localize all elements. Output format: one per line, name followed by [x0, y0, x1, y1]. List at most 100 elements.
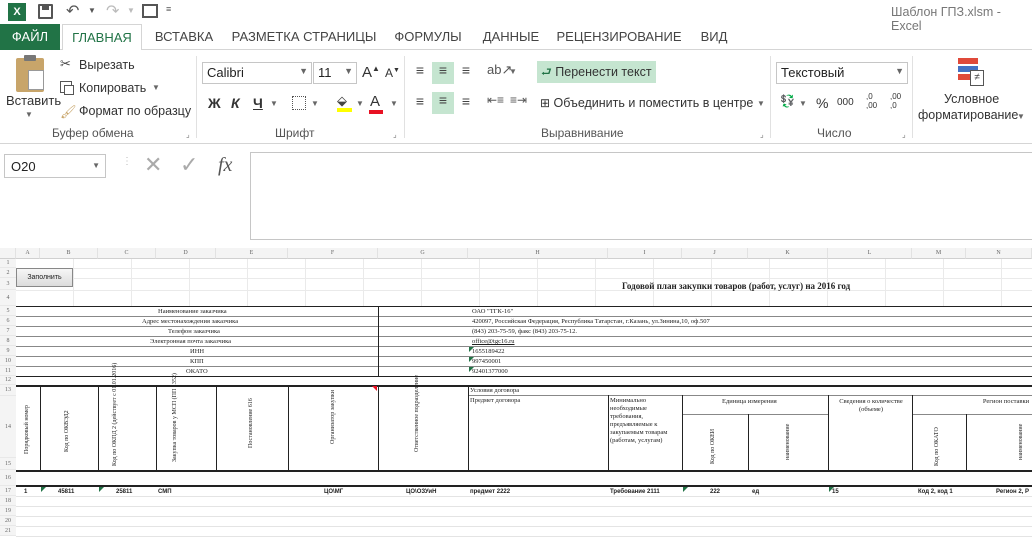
format-painter-button[interactable]: Формат по образцу [79, 104, 191, 118]
merge-center-button[interactable]: ⊞ Объединить и поместить в центре [540, 96, 753, 110]
italic-button[interactable]: К [231, 95, 240, 111]
font-color-icon[interactable]: A [369, 93, 383, 114]
align-center-icon[interactable]: ≡ [432, 92, 454, 114]
font-size-combo[interactable]: 11 ▼ [313, 62, 357, 84]
font-color-dropdown-icon[interactable]: ▼ [390, 99, 398, 108]
row-header-19[interactable]: 19 [0, 506, 16, 516]
column-header-l[interactable]: L [828, 248, 912, 259]
column-header-k[interactable]: K [748, 248, 828, 259]
increase-indent-icon[interactable]: ≡⇥ [510, 93, 527, 107]
format-painter-icon[interactable]: 🖌 [60, 104, 77, 120]
tab-view[interactable]: ВИД [692, 24, 736, 50]
increase-decimal-button[interactable]: ,0 ,00 [866, 92, 877, 110]
orientation-dropdown-icon[interactable]: ▼ [509, 67, 517, 76]
row-header-15[interactable]: 15 [0, 458, 16, 470]
copy-button[interactable]: Копировать [79, 81, 146, 95]
tab-home[interactable]: ГЛАВНАЯ [62, 24, 142, 51]
column-header-m[interactable]: M [912, 248, 966, 259]
name-box[interactable]: O20 ▼ [4, 154, 106, 178]
fill-color-icon[interactable]: ⬙ [337, 93, 352, 112]
alignment-launcher-icon[interactable]: ⌟ [760, 130, 764, 139]
row-header-5[interactable]: 5 [0, 306, 16, 316]
undo-icon[interactable]: ↶ [66, 1, 79, 21]
row-header-11[interactable]: 11 [0, 366, 16, 376]
tab-data[interactable]: ДАННЫЕ [476, 24, 546, 50]
paste-dropdown-icon[interactable]: ▼ [25, 110, 33, 119]
clipboard-launcher-icon[interactable]: ⌟ [186, 130, 190, 139]
save-icon[interactable] [38, 4, 53, 19]
font-name-combo[interactable]: Calibri ▼ [202, 62, 312, 84]
align-top-icon[interactable]: ≡ [411, 62, 429, 80]
name-box-dropdown-icon[interactable]: ▼ [92, 161, 100, 170]
cancel-icon[interactable]: ✕ [144, 152, 162, 178]
column-header-j[interactable]: J [682, 248, 748, 259]
column-header-n[interactable]: N [966, 248, 1032, 259]
row-header-6[interactable]: 6 [0, 316, 16, 326]
column-header-b[interactable]: B [40, 248, 98, 259]
row-header-21[interactable]: 21 [0, 526, 16, 536]
insert-function-icon[interactable]: fx [218, 154, 232, 177]
enter-icon[interactable]: ✓ [180, 152, 198, 178]
number-launcher-icon[interactable]: ⌟ [902, 130, 906, 139]
row-header-20[interactable]: 20 [0, 516, 16, 526]
paste-icon[interactable] [16, 55, 44, 92]
row-header-13[interactable]: 13 [0, 385, 16, 396]
fill-color-dropdown-icon[interactable]: ▼ [356, 99, 364, 108]
column-header-c[interactable]: C [98, 248, 156, 259]
tab-page-layout[interactable]: РАЗМЕТКА СТРАНИЦЫ [228, 24, 380, 50]
row-header-14[interactable]: 14 [0, 396, 16, 458]
tab-insert[interactable]: ВСТАВКА [148, 24, 220, 50]
paste-button[interactable]: Вставить [6, 93, 61, 108]
decrease-decimal-button[interactable]: ,00 ,0 [890, 92, 901, 110]
tab-review[interactable]: РЕЦЕНЗИРОВАНИЕ [554, 24, 684, 50]
underline-button[interactable]: Ч [253, 95, 263, 111]
align-middle-icon[interactable]: ≡ [432, 62, 454, 84]
fill-button[interactable]: Заполнить [16, 268, 73, 287]
underline-dropdown-icon[interactable]: ▼ [270, 99, 278, 108]
grow-font-button[interactable]: A▲ [362, 64, 380, 81]
redo-icon[interactable]: ↷ [106, 1, 119, 21]
column-header-h[interactable]: H [468, 248, 608, 259]
conditional-formatting-icon[interactable]: ≠ [958, 58, 986, 88]
bold-button[interactable]: Ж [208, 95, 221, 111]
row-header-10[interactable]: 10 [0, 356, 16, 366]
tab-file[interactable]: ФАЙЛ [0, 24, 60, 50]
column-header-a[interactable]: A [16, 248, 40, 259]
column-header-f[interactable]: F [288, 248, 378, 259]
undo-dropdown-icon[interactable]: ▼ [88, 6, 96, 15]
number-format-combo[interactable]: Текстовый ▼ [776, 62, 908, 84]
row-header-4[interactable]: 4 [0, 290, 16, 306]
row-header-1[interactable]: 1 [0, 259, 16, 268]
row-header-3[interactable]: 3 [0, 278, 16, 290]
worksheet-grid[interactable]: A B C D E F G H I J K L M N 1 2 3 4 5 6 … [0, 248, 1032, 544]
conditional-formatting-button[interactable]: Условное [944, 92, 999, 106]
cut-button[interactable]: Вырезать [79, 58, 135, 72]
row-header-16[interactable]: 16 [0, 470, 16, 486]
tab-formulas[interactable]: ФОРМУЛЫ [388, 24, 468, 50]
thousands-button[interactable]: 000 [837, 97, 854, 108]
column-header-g[interactable]: G [378, 248, 468, 259]
print-preview-icon[interactable] [142, 4, 158, 18]
currency-icon[interactable]: 💱 [780, 94, 795, 108]
align-left-icon[interactable]: ≡ [411, 93, 429, 111]
copy-icon[interactable] [60, 81, 74, 95]
percent-button[interactable]: % [816, 95, 828, 111]
copy-dropdown-icon[interactable]: ▼ [152, 83, 160, 92]
select-all-corner[interactable] [0, 248, 16, 259]
column-header-d[interactable]: D [156, 248, 216, 259]
row-header-7[interactable]: 7 [0, 326, 16, 336]
shrink-font-button[interactable]: A▼ [385, 66, 400, 80]
row-header-2[interactable]: 2 [0, 268, 16, 278]
row-header-9[interactable]: 9 [0, 346, 16, 356]
currency-dropdown-icon[interactable]: ▼ [799, 99, 807, 108]
conditional-formatting-label2[interactable]: форматирование [918, 108, 1018, 122]
decrease-indent-icon[interactable]: ⇤≡ [487, 93, 504, 107]
customize-toolbar-icon[interactable]: ≡ [166, 4, 171, 14]
formula-input[interactable] [250, 152, 1032, 240]
column-header-i[interactable]: I [608, 248, 682, 259]
align-right-icon[interactable]: ≡ [457, 93, 475, 111]
borders-dropdown-icon[interactable]: ▼ [311, 99, 319, 108]
borders-icon[interactable] [292, 96, 306, 110]
wrap-text-button[interactable]: ⮐ Перенести текст [537, 61, 656, 83]
row-header-17[interactable]: 17 [0, 486, 16, 496]
